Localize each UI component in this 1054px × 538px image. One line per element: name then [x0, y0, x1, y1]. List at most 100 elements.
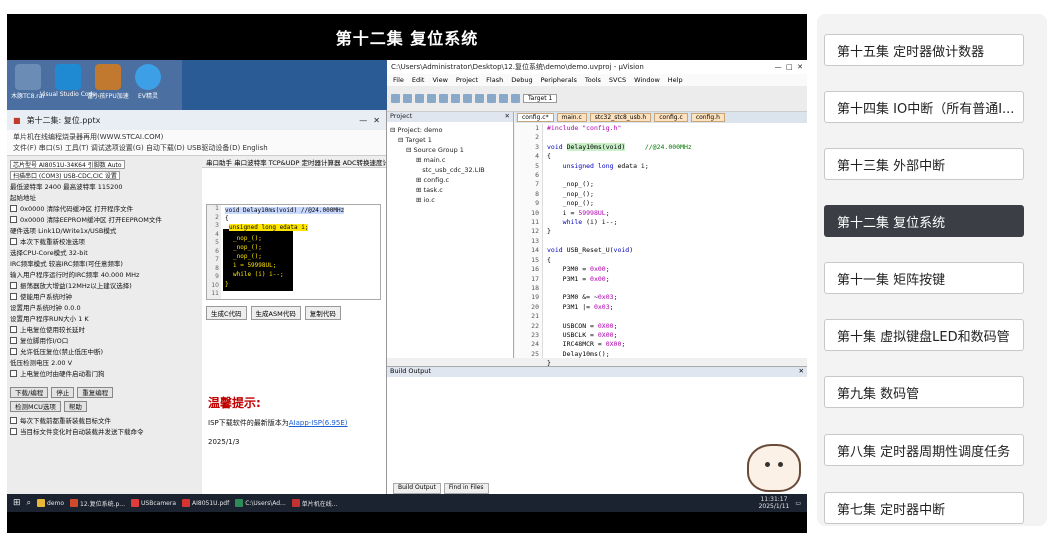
taskbar-item[interactable]: C:\Users\Ad...	[235, 499, 286, 507]
cut-icon[interactable]	[427, 94, 436, 103]
taskbar-item[interactable]: USBcamera	[131, 499, 176, 507]
notification-icon[interactable]: ▭	[795, 500, 801, 507]
checkbox[interactable]	[10, 282, 17, 289]
archive-icon	[15, 64, 41, 90]
delay-code-preview: 1 2 3 4 5 6 7 8 9 10 11 void Delay10ms(void) //@24…	[206, 204, 381, 300]
checkbox[interactable]	[10, 337, 17, 344]
tree-item[interactable]: ⊟ Project: demo	[390, 125, 510, 135]
ev-app-icon	[135, 64, 161, 90]
tree-item[interactable]: ⊟ Target 1	[390, 135, 510, 145]
windows-taskbar: ⊞ ⌕ demo 12.复位系统.p... USBcamera AI8051U.…	[7, 494, 807, 512]
checkbox[interactable]	[10, 205, 17, 212]
checkbox[interactable]	[10, 216, 17, 223]
isp-window: ■ 第十二集: 复位.pptx — ✕ 单片机在线编程烧录器再用(WWW.STC…	[7, 110, 387, 494]
checkbox[interactable]	[10, 348, 17, 355]
gen-asm-code-button[interactable]: 生成ASM代码	[250, 306, 301, 320]
isp-settings-panel: 芯片型号 AI8051U-34K64 引脚数 Auto 扫描串口 (COM3) …	[7, 156, 202, 494]
windows-start-icon[interactable]: ⊞	[13, 498, 21, 508]
menu-peripherals[interactable]: Peripherals	[541, 76, 577, 84]
menu-file[interactable]: File	[393, 76, 404, 84]
line-number: 16	[531, 265, 539, 274]
stop-button[interactable]: 停止	[51, 387, 75, 398]
taskbar-item[interactable]: AI8051U.pdf	[182, 499, 229, 507]
isp-row: 硬件选项 Link1D/Write1x/USB模式	[10, 226, 117, 235]
taskbar-item[interactable]: 12.复位系统.p...	[70, 499, 125, 508]
episode-item[interactable]: 第十五集 定时器做计数器	[824, 34, 1024, 66]
open-file-icon[interactable]	[403, 94, 412, 103]
notice-link[interactable]: AIapp-ISP(6.95E)	[289, 419, 348, 427]
build-icon[interactable]	[487, 94, 496, 103]
tab-find-in-files[interactable]: Find in Files	[443, 483, 489, 494]
file-tab[interactable]: config.c	[654, 113, 688, 122]
episode-item[interactable]: 第九集 数码管	[824, 376, 1024, 408]
menu-flash[interactable]: Flash	[486, 76, 503, 84]
isp-row: 每次下载前都重新装载目标文件	[10, 415, 199, 426]
rebuild-icon[interactable]	[499, 94, 508, 103]
reprogram-button[interactable]: 重复编程	[77, 387, 114, 398]
file-tab[interactable]: config.h	[690, 113, 725, 122]
gen-c-code-button[interactable]: 生成C代码	[206, 306, 247, 320]
menu-edit[interactable]: Edit	[412, 76, 425, 84]
copy-code-button[interactable]: 复制代码	[304, 306, 341, 320]
menu-tools[interactable]: Tools	[585, 76, 601, 84]
paste-icon[interactable]	[451, 94, 460, 103]
undo-icon[interactable]	[463, 94, 472, 103]
code-editor[interactable]: config.c* main.c stc32_stc8_usb.h config…	[515, 112, 807, 386]
isp-tool-panel: 串口助手 串口波特率 TCP&UDP 定时器计算器 ADC转换速度计算器 定时器…	[202, 156, 386, 494]
project-panel: Project ✕ ⊟ Project: demo ⊟ Target 1 ⊟ So…	[387, 112, 514, 358]
desktop-icon: 木豚TC8.rar	[11, 64, 45, 106]
tree-item[interactable]: ⊞ main.c	[390, 155, 510, 165]
save-icon[interactable]	[415, 94, 424, 103]
menu-svcs[interactable]: SVCS	[609, 76, 626, 84]
menu-project[interactable]: Project	[456, 76, 478, 84]
isp-row: 设置用户程序RUN大小 1 K	[10, 314, 89, 323]
search-icon[interactable]: ⌕	[27, 498, 31, 508]
tree-item[interactable]: ⊞ task.c	[390, 185, 510, 195]
help-button[interactable]: 帮助	[63, 401, 87, 412]
tree-item[interactable]: ⊞ config.c	[390, 175, 510, 185]
download-icon[interactable]	[511, 94, 520, 103]
episode-item[interactable]: 第七集 定时器中断	[824, 492, 1024, 524]
check-mcu-button[interactable]: 检测MCU选项	[10, 401, 61, 412]
download-button[interactable]: 下载/编程	[10, 387, 49, 398]
menu-window[interactable]: Window	[634, 76, 660, 84]
line-number: 1	[535, 124, 539, 132]
video-frame[interactable]: 木豚TC8.rar Visual Studio Code 雷小孩FPU加速 EV…	[7, 60, 807, 512]
tree-item[interactable]: ⊟ Source Group 1	[390, 145, 510, 155]
checkbox[interactable]	[10, 326, 17, 333]
file-tab[interactable]: stc32_stc8_usb.h	[589, 113, 652, 122]
line-number: 3	[535, 142, 539, 151]
tab-build-output[interactable]: Build Output	[393, 483, 441, 494]
checkbox[interactable]	[10, 417, 17, 424]
checkbox[interactable]	[10, 238, 17, 245]
file-tab[interactable]: config.c*	[517, 113, 554, 122]
checkbox[interactable]	[10, 370, 17, 377]
target-select[interactable]: Target 1	[523, 94, 558, 103]
isp-row: 当目标文件变化时自动装载并发送下载命令	[10, 426, 199, 437]
taskbar-item[interactable]: demo	[37, 499, 64, 507]
taskbar-clock[interactable]: 11:31:17 2025/1/11	[759, 496, 790, 510]
notice-title: 温馨提示:	[208, 396, 261, 410]
episode-item[interactable]: 第十一集 矩阵按键	[824, 262, 1024, 294]
tree-item[interactable]: stc_usb_cdc_32.LIB	[390, 165, 510, 175]
copy-icon[interactable]	[439, 94, 448, 103]
uvision-toolbar: Target 1	[387, 86, 807, 112]
menu-debug[interactable]: Debug	[511, 76, 532, 84]
file-tab[interactable]: main.c	[556, 113, 587, 122]
redo-icon[interactable]	[475, 94, 484, 103]
episode-item[interactable]: 第十四集 IO中断（所有普通I...	[824, 91, 1024, 123]
checkbox[interactable]	[10, 428, 17, 435]
episode-item-active[interactable]: 第十二集 复位系统	[824, 205, 1024, 237]
episode-item[interactable]: 第八集 定时器周期性调度任务	[824, 434, 1024, 466]
taskbar-item[interactable]: 单片机在线...	[291, 499, 338, 508]
video-player[interactable]: 第十二集 复位系统 木豚TC8.rar Visual Studio Code 雷…	[7, 14, 807, 533]
isp-tabs[interactable]: 串口助手 串口波特率 TCP&UDP 定时器计算器 ADC转换速度计算器 定时器	[202, 156, 386, 168]
menu-help[interactable]: Help	[668, 76, 683, 84]
isp-row: 0x0000 清除EEPROM缓冲区 打开EEPROM文件	[10, 214, 199, 225]
episode-item[interactable]: 第十三集 外部中断	[824, 148, 1024, 180]
episode-item[interactable]: 第十集 虚拟键盘LED和数码管	[824, 319, 1024, 351]
checkbox[interactable]	[10, 293, 17, 300]
tree-item[interactable]: ⊞ io.c	[390, 195, 510, 205]
menu-view[interactable]: View	[432, 76, 447, 84]
new-file-icon[interactable]	[391, 94, 400, 103]
